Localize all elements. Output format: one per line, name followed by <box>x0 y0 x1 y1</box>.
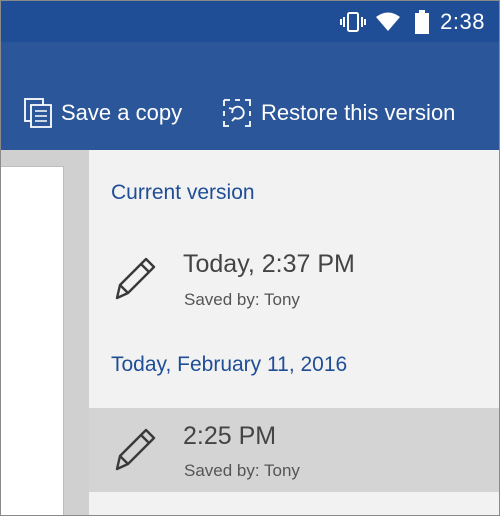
version-time: Today, 2:37 PM <box>183 250 355 278</box>
version-time: 2:25 PM <box>183 422 277 450</box>
app-window: 2:38 Save a copy Restore this version Cu… <box>0 0 500 516</box>
restore-icon <box>221 97 253 129</box>
restore-version-button[interactable]: Restore this version <box>221 95 455 131</box>
status-time: 2:38 <box>440 9 485 34</box>
document-preview-page[interactable] <box>1 166 64 515</box>
toolbar: Save a copy Restore this version <box>1 42 499 150</box>
restore-version-label: Restore this version <box>261 100 456 125</box>
save-copy-button[interactable]: Save a copy <box>23 95 182 131</box>
current-version-heading: Current version <box>111 181 255 204</box>
save-copy-label: Save a copy <box>61 100 183 125</box>
copy-document-icon <box>23 97 53 129</box>
version-saved-by: Saved by: Tony <box>184 290 300 309</box>
version-history-panel: Current version Today, 2:37 PM Saved by:… <box>89 150 499 515</box>
version-group-heading: Today, February 11, 2016 <box>111 353 348 376</box>
version-saved-by: Saved by: Tony <box>184 461 300 480</box>
battery-icon <box>415 10 429 39</box>
wifi-icon <box>375 12 401 37</box>
status-bar: 2:38 <box>1 1 499 42</box>
version-item-current[interactable]: Today, 2:37 PM Saved by: Tony <box>89 234 499 322</box>
vibrate-icon <box>340 11 366 38</box>
pencil-icon <box>109 425 159 480</box>
version-item-selected[interactable]: 2:25 PM Saved by: Tony <box>89 408 499 492</box>
pencil-icon <box>109 254 159 309</box>
